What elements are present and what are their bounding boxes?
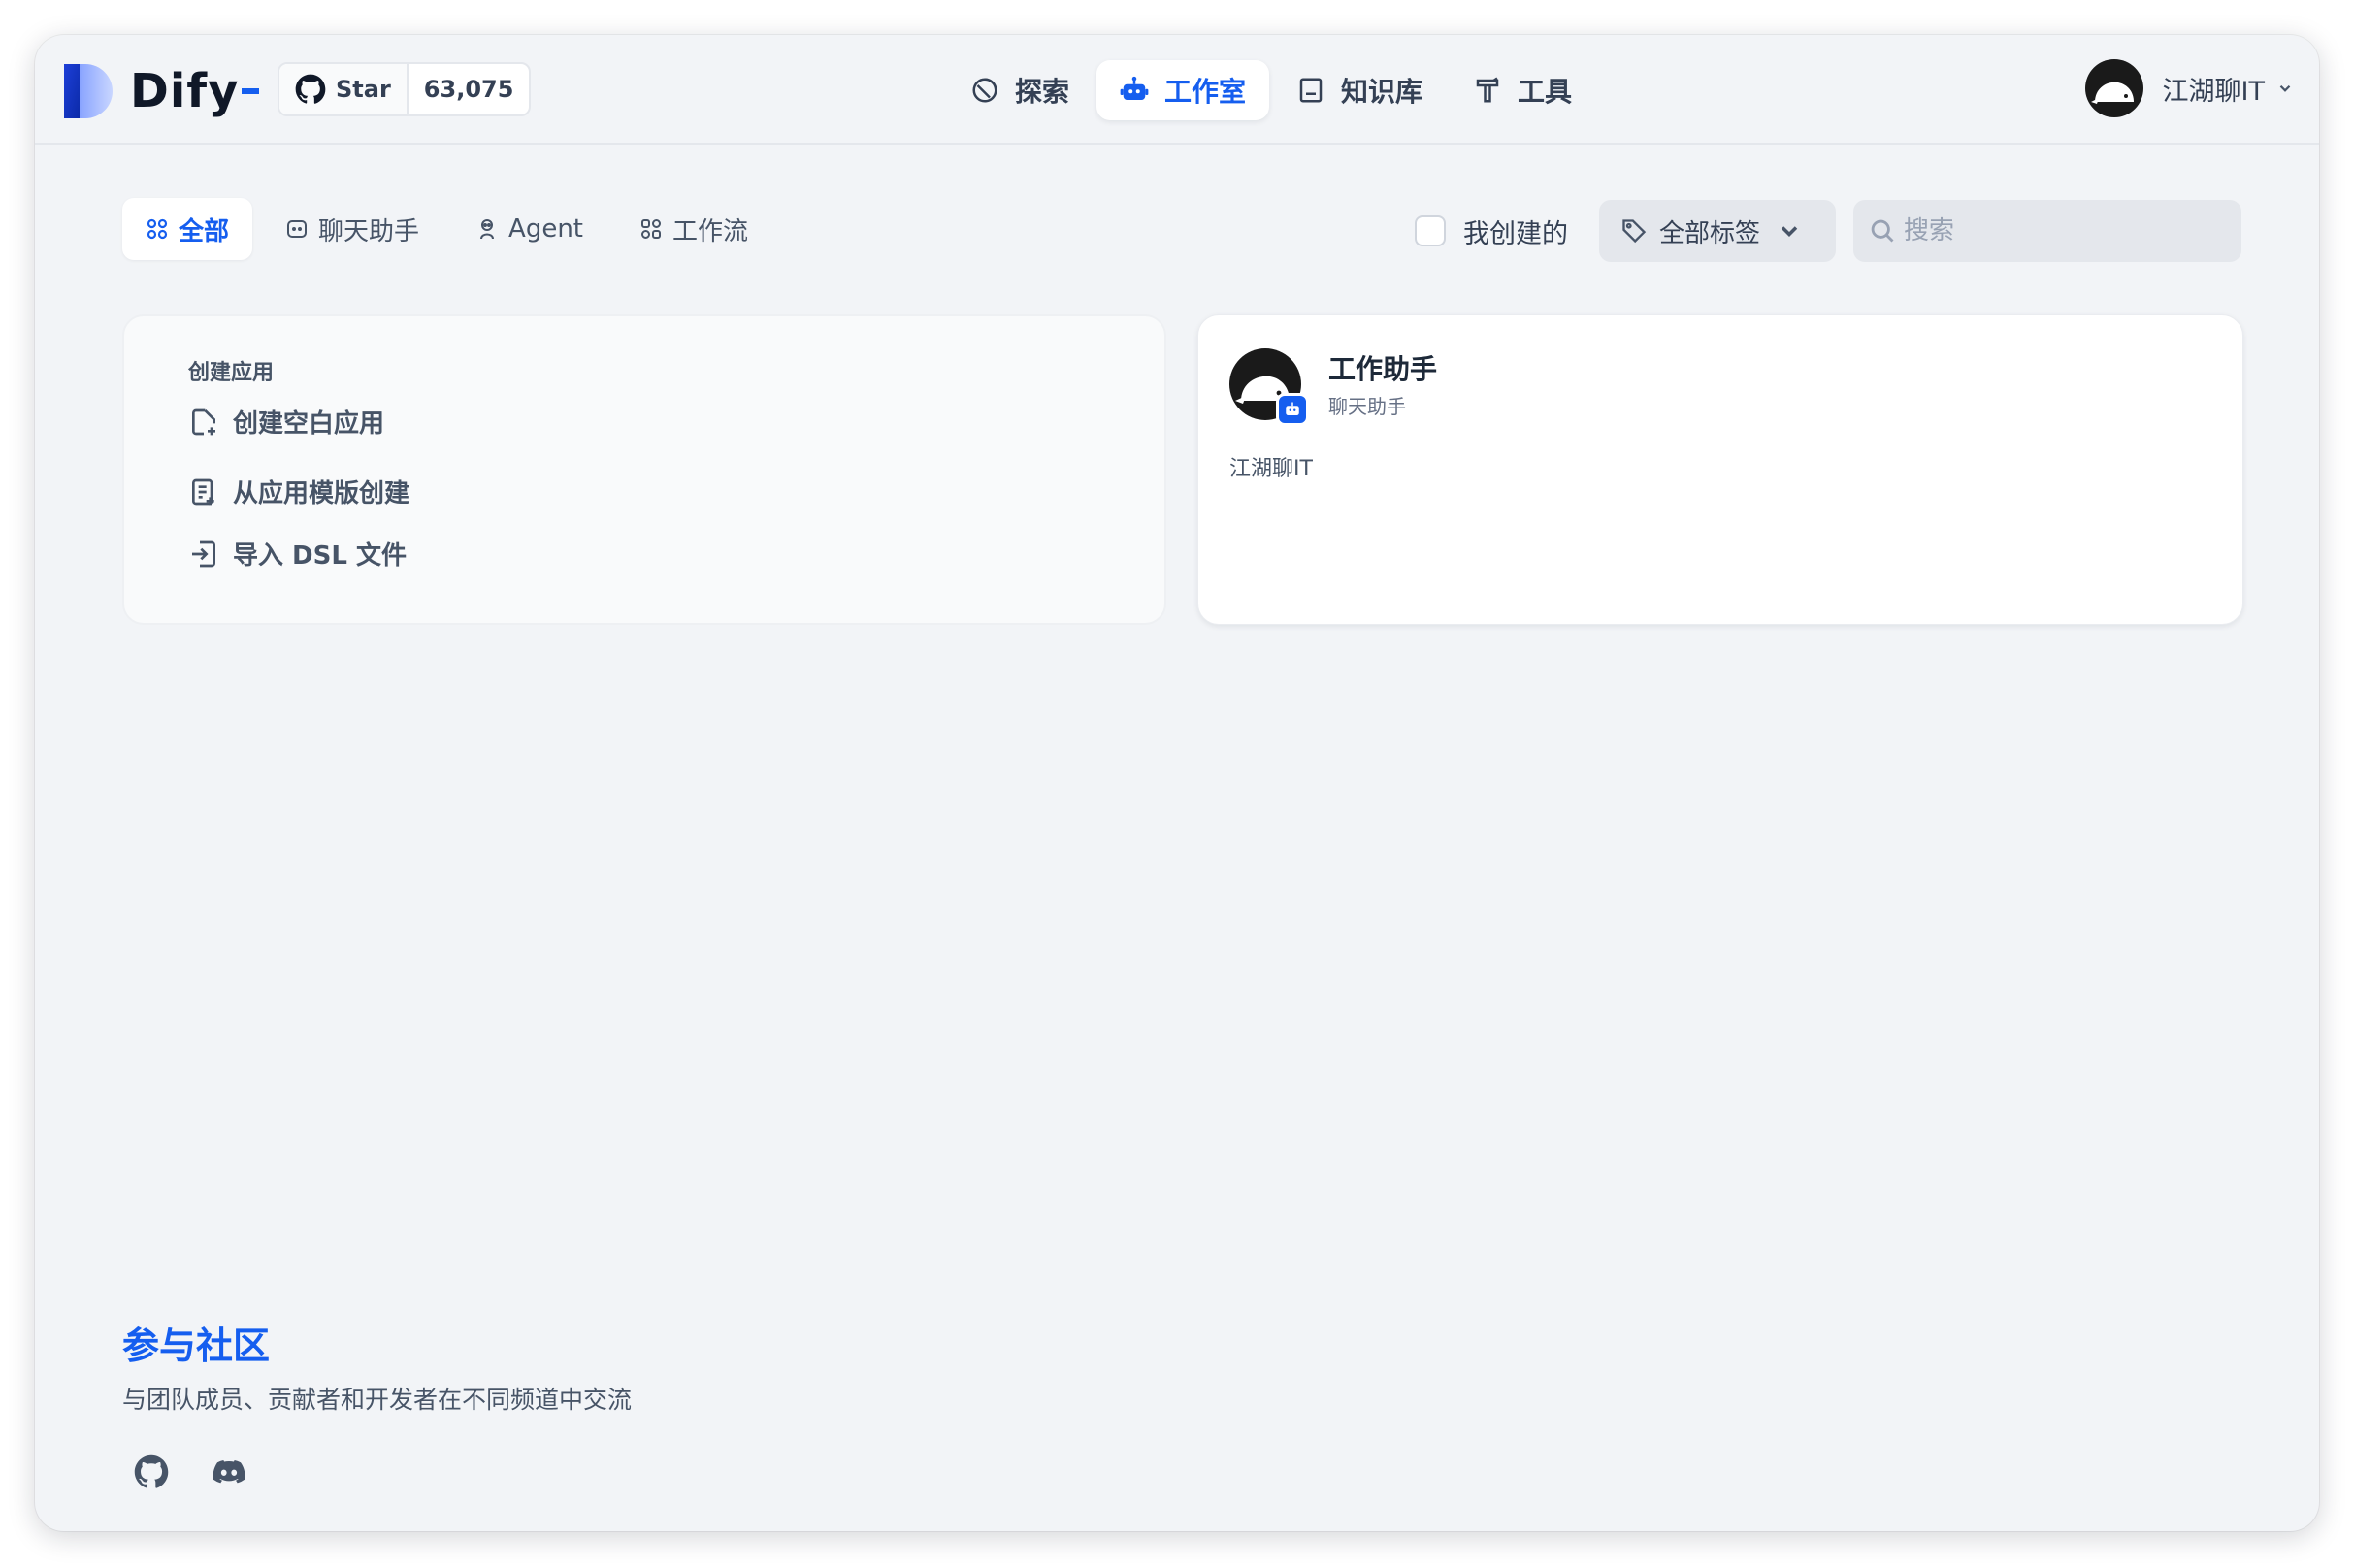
tag-filter-label: 全部标签 [1658,218,1760,248]
nav-item-studio[interactable]: 工作室 [1096,60,1270,120]
logo-cursor [242,88,260,94]
created-by-me-label: 我创建的 [1462,218,1568,249]
nav-label-tools: 工具 [1518,76,1573,108]
whale-avatar-icon [2090,82,2134,104]
nav-label-explore: 探索 [1015,76,1070,108]
created-by-me-filter[interactable]: 我创建的 [1414,212,1568,250]
community-title: 参与社区 [122,1324,271,1367]
grid-icon [147,218,168,240]
chevron-down-icon [2279,84,2291,92]
tab-all[interactable]: 全部 [122,198,253,260]
app-name: 工作助手 [1328,353,1438,385]
community-section: 参与社区 与团队成员、贡献者和开发者在不同频道中交流 [122,1316,632,1501]
app-description: 江湖聊IT [1229,457,1313,481]
create-from-template-button[interactable]: 从应用模版创建 [188,474,409,509]
tab-chat-assistant[interactable]: 聊天助手 [262,198,442,260]
tag-icon [1622,219,1647,244]
import-dsl-label: 导入 DSL 文件 [233,541,407,571]
create-app-title: 创建应用 [188,361,275,385]
github-link[interactable] [122,1443,180,1501]
filter-bar: 我创建的 全部标签 [1414,200,2241,262]
community-links [122,1443,632,1501]
agent-icon [480,219,495,240]
search-box[interactable] [1853,200,2241,262]
app-window: Dify Star 63,075 探索 工作室 知识库 工具 江湖聊IT 全部 … [35,35,2319,1531]
nav-label-studio: 工作室 [1164,76,1247,108]
tag-filter-select[interactable]: 全部标签 [1598,200,1836,262]
created-by-me-checkbox[interactable] [1414,215,1446,246]
user-avatar [2084,59,2143,117]
discord-link[interactable] [200,1443,258,1501]
template-icon [192,478,214,505]
community-subtitle: 与团队成员、贡献者和开发者在不同频道中交流 [122,1386,633,1414]
dify-logo[interactable]: Dify [64,64,260,118]
new-file-icon [192,408,215,435]
import-dsl-button[interactable]: 导入 DSL 文件 [188,536,407,572]
create-blank-app-button[interactable]: 创建空白应用 [188,404,384,440]
tab-agent[interactable]: Agent [452,198,606,260]
tab-label-chat-assistant: 聊天助手 [318,216,420,246]
user-name: 江湖聊IT [2162,76,2265,107]
nav-item-explore[interactable]: 探索 [947,60,1093,120]
app-card[interactable]: 工作助手 聊天助手 江湖聊IT [1197,314,2243,625]
github-icon [134,1454,169,1488]
tab-label-all: 全部 [179,216,230,246]
app-type: 聊天助手 [1328,395,1406,418]
github-star-badge[interactable]: Star 63,075 [278,62,532,116]
book-icon [1299,78,1323,103]
chat-assistant-badge [1276,393,1309,426]
chat-bubble-icon [287,220,308,238]
create-app-card: 创建应用 创建空白应用 从应用模版创建 导入 DSL 文件 [122,314,1166,625]
create-blank-app-label: 创建空白应用 [233,409,385,439]
import-icon [192,540,215,567]
nav-item-knowledge[interactable]: 知识库 [1273,60,1446,120]
tab-label-workflow: 工作流 [672,216,749,246]
dify-logo-mark-icon [64,64,113,118]
app-avatar [1229,348,1309,426]
app-type-tabs: 全部 聊天助手 Agent 工作流 [122,198,781,260]
star-label: Star [336,76,391,103]
compass-icon [972,78,997,103]
star-count[interactable]: 63,075 [409,64,530,114]
nav-label-knowledge: 知识库 [1341,76,1423,108]
tab-workflow[interactable]: 工作流 [616,198,771,260]
top-header: Dify Star 63,075 探索 工作室 知识库 工具 江湖聊IT [35,35,2319,145]
tab-label-agent: Agent [508,214,583,244]
create-from-template-label: 从应用模版创建 [233,479,410,508]
brand-name: Dify [130,64,240,118]
workflow-icon [641,219,661,239]
github-star-button[interactable]: Star [279,64,409,114]
github-icon [295,74,326,104]
hammer-icon [1476,77,1499,103]
search-icon [1871,219,1894,243]
robot-icon [1120,76,1149,100]
robot-icon [1286,402,1299,415]
search-input[interactable] [1904,216,2214,245]
discord-icon [213,1460,245,1484]
chevron-down-icon [1781,226,1798,237]
main-nav: 探索 工作室 知识库 工具 [947,60,1599,120]
user-menu[interactable]: 江湖聊IT [2084,59,2294,117]
nav-item-tools[interactable]: 工具 [1450,60,1595,120]
